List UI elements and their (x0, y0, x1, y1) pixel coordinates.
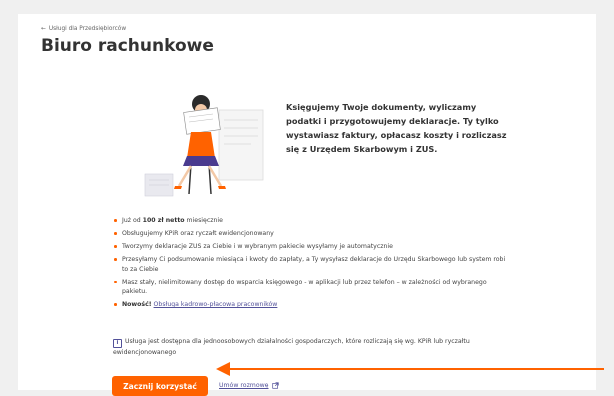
bullet-icon (114, 280, 117, 284)
service-intro: Księgujemy Twoje dokumenty, wyliczamy po… (286, 102, 507, 154)
feature-text: Tworzymy deklaracje ZUS za Ciebie i w wy… (122, 243, 393, 251)
feature-text: Obsługujemy KPiR oraz ryczałt ewidencjon… (122, 230, 274, 238)
payroll-service-link[interactable]: Obsługa kadrowo-płacowa pracowników (154, 301, 278, 308)
back-link-label: Usługi dla Przedsiębiorców (48, 26, 127, 32)
start-button[interactable]: Zacznij korzystać (112, 376, 208, 396)
schedule-call-label: Umów rozmowę (219, 382, 269, 389)
page-title: Biuro rachunkowe (41, 36, 214, 56)
bullet-icon (114, 232, 117, 235)
feature-text: Masz stały, nielimitowany dostęp do wspa… (122, 278, 487, 296)
accountant-illustration (144, 95, 264, 197)
bullet-icon (114, 303, 117, 306)
list-item: Tworzymy deklaracje ZUS za Ciebie i w wy… (113, 242, 513, 251)
schedule-call-link[interactable]: Umów rozmowę (219, 382, 279, 389)
eligibility-note: i Usługa jest dostępna dla jednoosobowych… (113, 337, 513, 357)
content-card: ← Usługi dla Przedsiębiorców Biuro rachu… (18, 14, 596, 396)
list-item: Nowość! Obsługa kadrowo-płacowa pracowni… (113, 300, 513, 309)
list-item: Już od 100 zł netto miesięcznie (113, 216, 513, 225)
feature-text: Przesyłamy Ci podsumowanie miesiąca i kw… (122, 256, 506, 273)
arrow-left-icon: ← (41, 26, 46, 32)
price-suffix: miesięcznie (186, 217, 223, 224)
list-item: Przesyłamy Ci podsumowanie miesiąca i kw… (113, 255, 513, 274)
feature-list: Już od 100 zł netto miesięcznie Obsługuj… (113, 216, 513, 313)
bullet-icon (114, 258, 117, 261)
annotation-arrow-icon (216, 362, 604, 376)
price-value: 100 zł netto (142, 217, 185, 224)
bullet-icon (114, 245, 117, 248)
price-prefix: Już od (122, 217, 141, 224)
bullet-icon (114, 219, 117, 222)
info-icon: i (113, 339, 122, 348)
external-link-icon (271, 382, 279, 389)
list-item: Obsługujemy KPiR oraz ryczałt ewidencjon… (113, 229, 513, 238)
back-link[interactable]: ← Usługi dla Przedsiębiorców (41, 26, 126, 32)
new-label: Nowość! (122, 301, 152, 309)
list-item: Masz stały, nielimitowany dostęp do wspa… (113, 278, 513, 297)
eligibility-text: Usługa jest dostępna dla jednoosobowych … (113, 338, 470, 356)
